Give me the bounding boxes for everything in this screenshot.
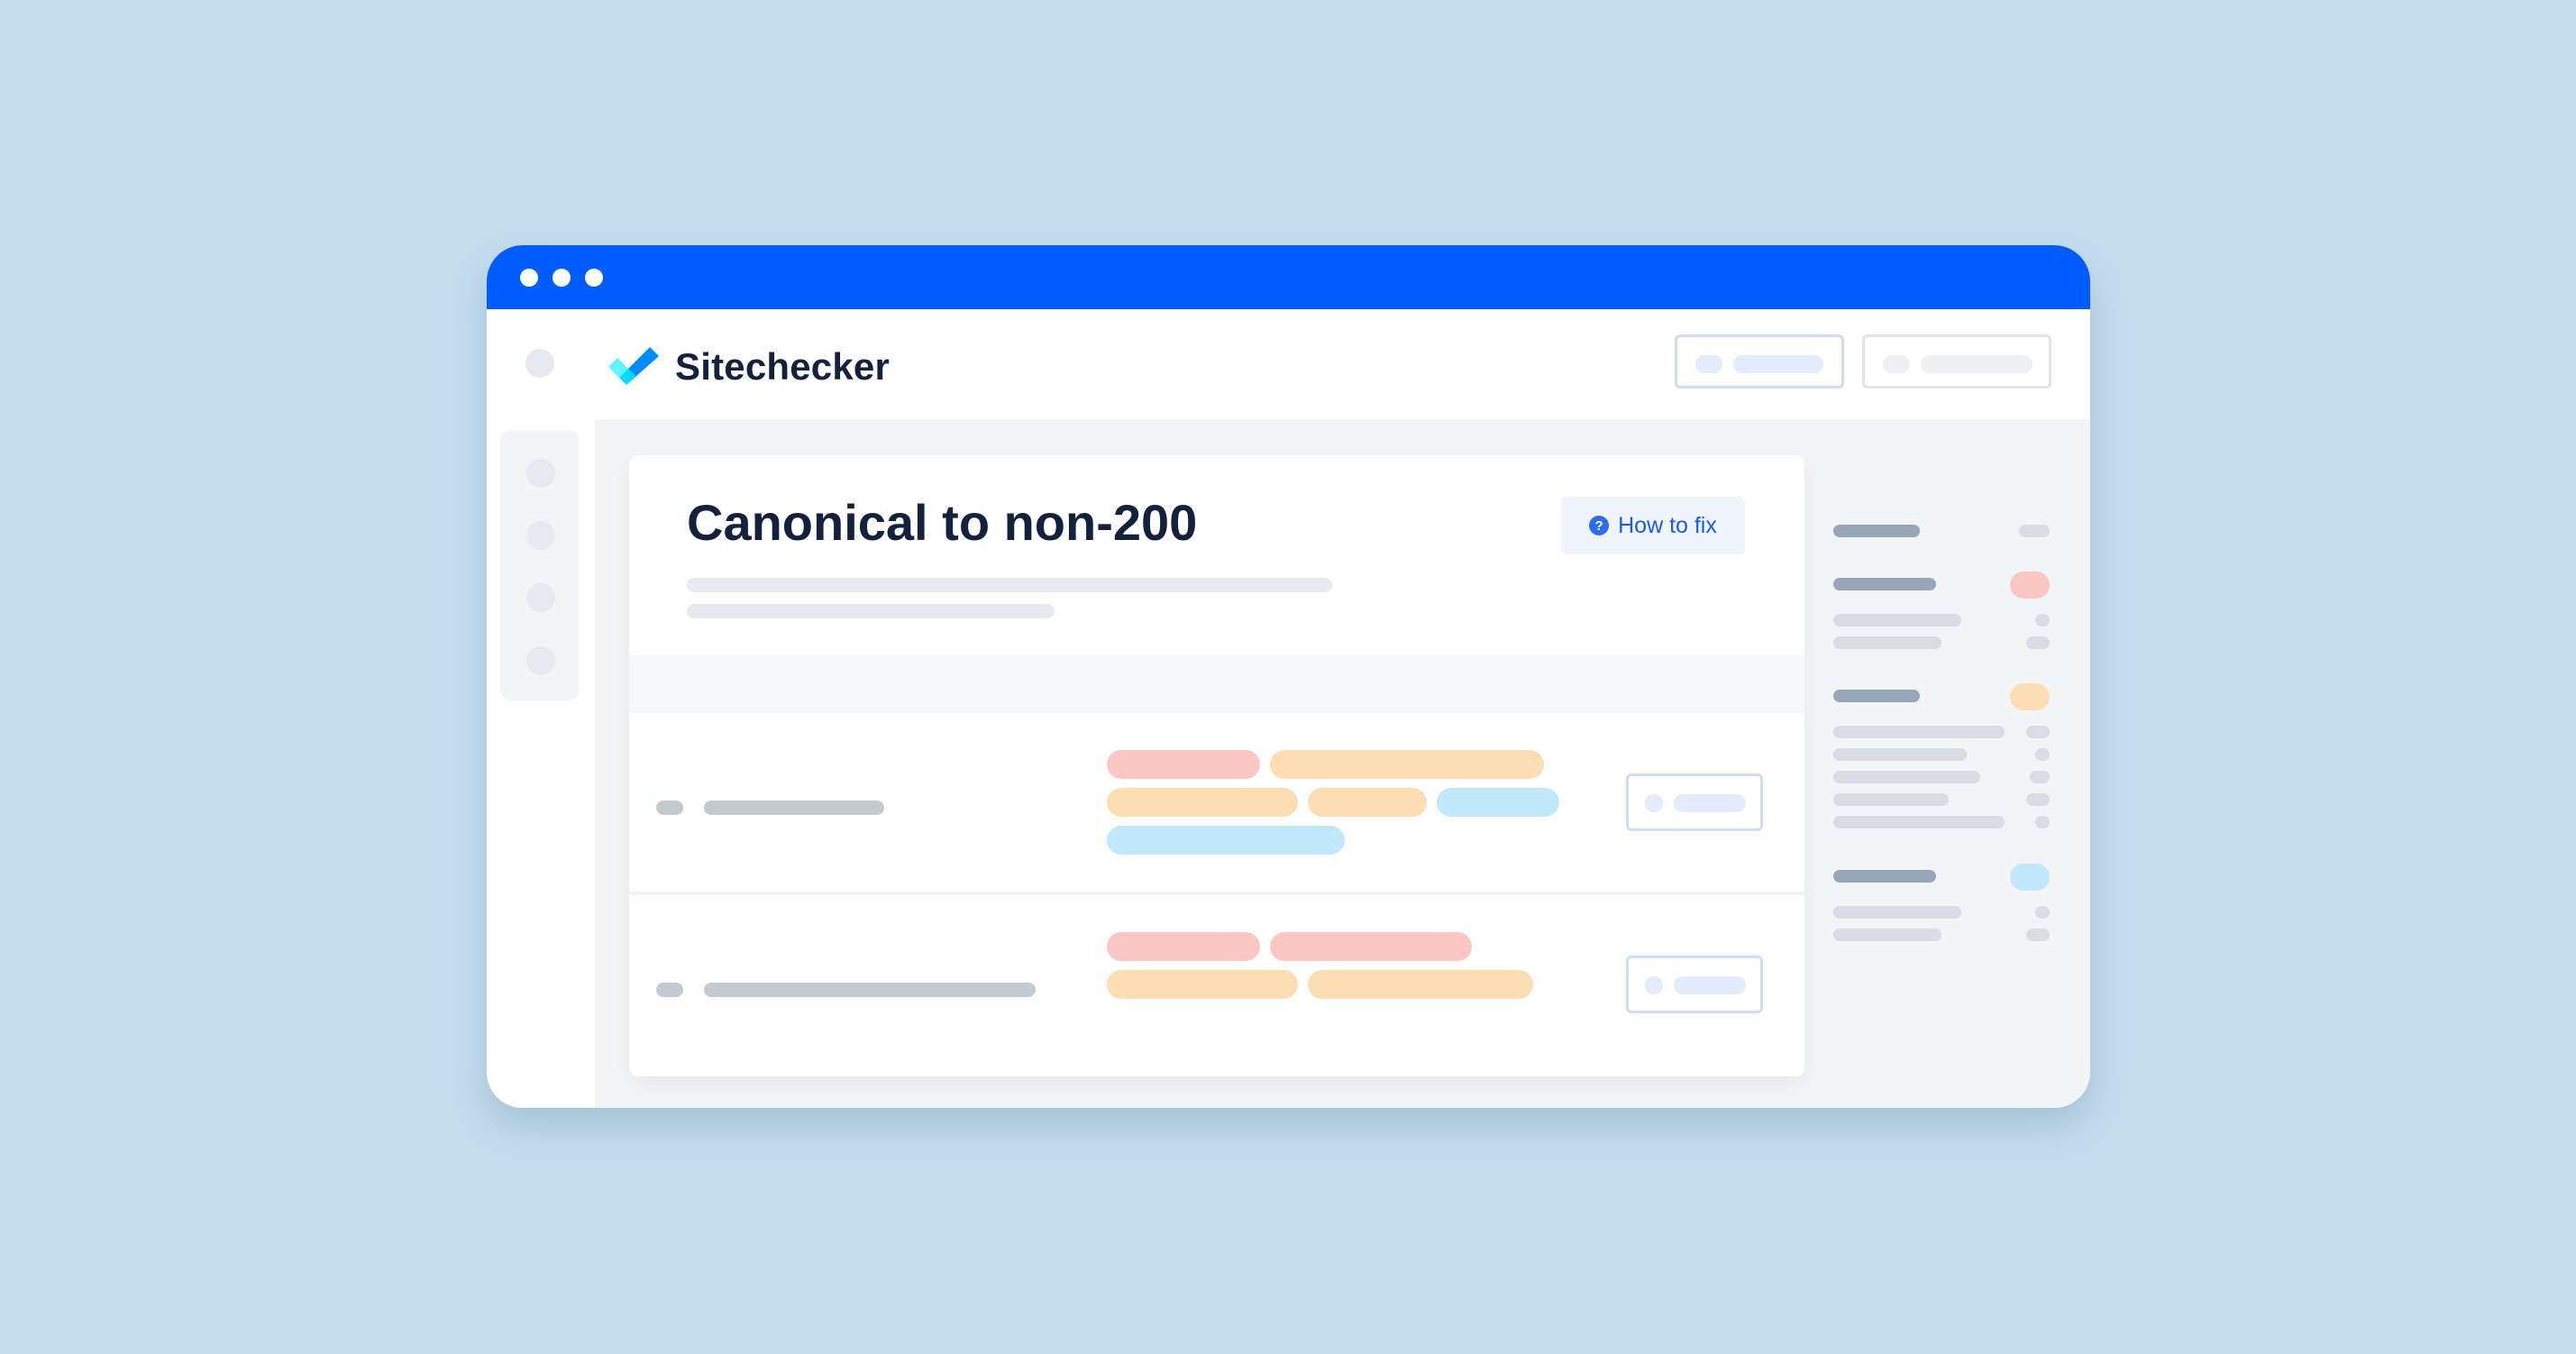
item-count-placeholder	[2026, 793, 2050, 806]
tag	[1107, 750, 1260, 779]
row-icon-placeholder	[656, 801, 683, 815]
button-icon-placeholder	[1645, 794, 1663, 812]
tag	[1308, 788, 1427, 817]
button-icon-placeholder	[1883, 355, 1910, 373]
item-count-placeholder	[2026, 726, 2050, 738]
app-header: Sitechecker	[487, 309, 2090, 419]
item-placeholder	[1833, 929, 1941, 941]
item-placeholder	[1833, 636, 1941, 649]
item-placeholder	[1833, 793, 1949, 806]
group-title-placeholder	[1833, 578, 1936, 590]
button-label-placeholder	[1921, 355, 2032, 373]
item-placeholder	[1833, 614, 1961, 627]
item-placeholder	[1833, 906, 1961, 919]
button-icon-placeholder	[1645, 976, 1663, 994]
item-placeholder	[1833, 816, 2005, 828]
tag	[1270, 932, 1472, 961]
item-count-placeholder	[2035, 614, 2050, 627]
item-count-placeholder	[2035, 816, 2050, 828]
sidebar-item[interactable]	[526, 583, 555, 612]
tag	[1308, 970, 1533, 999]
issue-card: Canonical to non-200 ? How to fix	[629, 455, 1804, 1076]
description-line	[687, 604, 1055, 618]
item-placeholder	[1833, 726, 2005, 738]
row-action-button[interactable]	[1626, 956, 1763, 1013]
window-control-dot[interactable]	[520, 269, 538, 287]
item-count-placeholder	[2035, 748, 2050, 761]
left-sidebar	[487, 419, 595, 1108]
row-action-button[interactable]	[1626, 773, 1763, 831]
row-url-placeholder	[704, 983, 1036, 997]
page-title: Canonical to non-200	[687, 494, 1198, 551]
error-badge	[2010, 572, 2050, 599]
item-placeholder	[1833, 771, 1980, 783]
tag	[1107, 788, 1298, 817]
sidebar-nav	[500, 430, 580, 700]
tag	[1107, 932, 1260, 961]
button-label-placeholder	[1733, 355, 1823, 373]
button-label-placeholder	[1674, 794, 1746, 812]
group-title-placeholder	[1833, 870, 1936, 883]
item-count-placeholder	[2030, 771, 2050, 783]
table-row[interactable]	[629, 713, 1804, 892]
browser-window: Sitechecker Canonical to non-200 ? How t…	[487, 245, 2090, 1108]
group-title-placeholder	[1833, 525, 1920, 537]
checkmark-logo-icon	[608, 347, 659, 385]
window-control-dot[interactable]	[553, 269, 571, 287]
content-area: Canonical to non-200 ? How to fix	[595, 419, 2090, 1108]
tag	[1270, 750, 1544, 779]
row-icon-placeholder	[656, 983, 683, 997]
group-title-placeholder	[1833, 690, 1920, 702]
button-icon-placeholder	[1695, 355, 1722, 373]
table-header	[629, 655, 1804, 713]
item-count-placeholder	[2026, 636, 2050, 649]
button-label-placeholder	[1674, 976, 1746, 994]
how-to-fix-button[interactable]: ? How to fix	[1561, 497, 1745, 554]
table-row[interactable]	[629, 895, 1804, 1076]
primary-header-button[interactable]	[1675, 334, 1844, 389]
title-bar	[487, 245, 2090, 309]
menu-icon[interactable]	[525, 349, 554, 378]
brand-name: Sitechecker	[675, 345, 891, 388]
question-icon: ?	[1589, 516, 1610, 535]
how-to-fix-label: How to fix	[1618, 512, 1717, 538]
secondary-header-button[interactable]	[1862, 334, 2051, 389]
row-url-placeholder	[704, 801, 884, 815]
warning-badge	[2010, 683, 2050, 710]
sidebar-item[interactable]	[526, 521, 555, 550]
notice-badge	[2010, 864, 2050, 891]
tag	[1107, 826, 1345, 855]
group-count-placeholder	[2019, 525, 2050, 537]
logo[interactable]: Sitechecker	[608, 345, 890, 389]
description-line	[687, 578, 1332, 592]
sidebar-item[interactable]	[526, 459, 555, 488]
tag	[1437, 788, 1559, 817]
item-placeholder	[1833, 748, 1967, 761]
item-count-placeholder	[2035, 906, 2050, 919]
tag	[1107, 970, 1298, 999]
sidebar-item[interactable]	[526, 646, 555, 675]
window-control-dot[interactable]	[585, 269, 603, 287]
item-count-placeholder	[2026, 929, 2050, 941]
